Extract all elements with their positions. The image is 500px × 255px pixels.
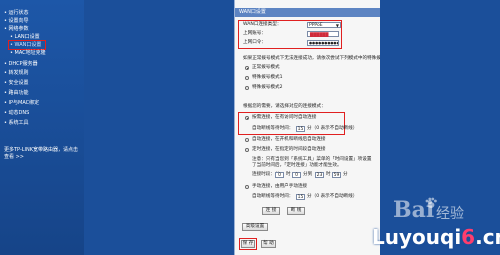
special-dial-intro: 如果正常拨号模式下无法连接成功，请依次尝试下列模式中的特殊拨号模式： — [243, 56, 400, 61]
watermark-site-b: .cn — [475, 225, 500, 249]
timed-hour-unit-1: 时 — [286, 172, 291, 177]
help-button[interactable]: 帮 助 — [261, 240, 276, 248]
sidebar-item-network[interactable]: • 网络参数 — [4, 26, 29, 32]
sidebar-more-link[interactable]: 更多TP-LINK宽带路由器，请点击查看 >> — [4, 147, 82, 161]
account-label: 上网账号： — [243, 31, 266, 36]
timed-note: 注意：只有当您到「系统工具」菜单的「时间设置」项设置了当前时间后，「定时连接」功… — [252, 157, 372, 168]
dial-special2-label: 特殊拨号模式2 — [252, 85, 283, 90]
watermark-jingyan: 经验 — [436, 206, 464, 222]
save-button[interactable]: 保 存 — [241, 240, 255, 248]
sidebar-item-security[interactable]: • 安全设置 — [4, 80, 29, 86]
timed-start-hour-input[interactable]: 0 — [275, 172, 284, 178]
timed-end-hour-value: 23 — [316, 173, 323, 178]
account-input[interactable]: ██████ — [307, 31, 339, 37]
auto-disconnect-label: 自动断线等待时间： — [252, 126, 294, 131]
timed-start-hour-value: 0 — [278, 173, 281, 178]
manual-wait-input[interactable]: 15 — [296, 194, 305, 200]
sidebar-menu: • 运行状态 • 设置向导 • 网络参数 • LAN口设置 • WAN口设置 •… — [0, 0, 84, 255]
mode-timed-radio[interactable] — [245, 148, 249, 152]
dial-normal-radio[interactable] — [245, 66, 249, 70]
sidebar-item-mac-clone[interactable]: • MAC地址克隆 — [10, 50, 46, 56]
timed-start-min-input[interactable]: 0 — [292, 172, 301, 178]
chevron-down-icon: ▼ — [335, 23, 339, 28]
conn-type-select[interactable]: PPPoE ▼ — [307, 22, 341, 28]
advanced-settings-button[interactable]: 高级设置 — [242, 223, 268, 231]
auto-disconnect-unit: 分（0 表示不自动断线） — [307, 126, 358, 131]
timed-min-unit-2: 分 — [343, 172, 348, 177]
mode-intro: 根据您的需要，请选择对应的连接模式： — [243, 104, 326, 109]
mode-auto-radio[interactable] — [245, 138, 249, 142]
watermark-site-a: Luyouqi — [372, 225, 462, 249]
auto-disconnect-input[interactable]: 15 — [296, 126, 305, 132]
manual-wait-label: 自动断线等待时间： — [252, 194, 294, 199]
dial-special2-radio[interactable] — [245, 86, 249, 90]
sidebar-item-status[interactable]: • 运行状态 — [4, 10, 29, 16]
mode-ondemand-radio[interactable] — [245, 116, 249, 120]
dial-normal-label: 正常拨号模式 — [252, 65, 280, 70]
mode-manual-radio[interactable] — [245, 185, 249, 189]
watermark-site-num: 6 — [461, 225, 476, 249]
sidebar-item-routing[interactable]: • 路由功能 — [4, 90, 29, 96]
mode-manual-label: 手动连接，由用户手动连接 — [252, 184, 308, 189]
sidebar-item-dhcp[interactable]: • DHCP服务器 — [4, 61, 38, 67]
timed-start-min-value: 0 — [295, 173, 298, 178]
password-input[interactable]: ●●●●●●●●●●●● — [307, 40, 339, 46]
password-label: 上网口令： — [243, 40, 266, 45]
wan-settings-panel: WAN口设置 WAN口连接类型： PPPoE ▼ 上网账号： ██████ 上网… — [234, 0, 399, 255]
timed-end-min-value: 59 — [333, 173, 340, 178]
mode-timed-label: 定时连接，在指定的时间段自动连接 — [252, 147, 326, 152]
manual-wait-unit: 分（0 表示不自动断线） — [307, 194, 358, 199]
timed-end-min-input[interactable]: 59 — [332, 172, 341, 178]
conn-type-value: PPPoE — [309, 23, 323, 28]
account-value: ██████ — [310, 32, 329, 37]
connect-button[interactable]: 连 接 — [262, 207, 280, 215]
sidebar-item-ip-mac-bind[interactable]: • IP与MAC绑定 — [4, 100, 39, 106]
manual-wait-value: 15 — [297, 195, 304, 200]
sidebar-item-ddns[interactable]: • 动态DNS — [4, 110, 29, 116]
sidebar-item-wizard[interactable]: • 设置向导 — [4, 18, 29, 24]
dial-special1-label: 特殊拨号模式1 — [252, 75, 283, 80]
sidebar-item-system-tools[interactable]: • 系统工具 — [4, 120, 29, 126]
timed-hour-unit-2: 时 — [326, 172, 331, 177]
watermark-site: Luyouqi6.cn — [372, 225, 500, 249]
timed-end-hour-input[interactable]: 23 — [315, 172, 324, 178]
sidebar-item-forwarding[interactable]: • 转发规则 — [4, 70, 29, 76]
mode-auto-label: 自动连接，在开机和断线后自动连接 — [252, 137, 326, 142]
sidebar-highlight-box — [8, 40, 46, 50]
dial-special1-radio[interactable] — [245, 76, 249, 80]
password-value: ●●●●●●●●●●●● — [309, 41, 338, 45]
disconnect-button[interactable]: 断 线 — [287, 207, 305, 215]
content-background — [84, 0, 234, 255]
panel-title: WAN口设置 — [235, 8, 381, 17]
timed-min-unit-1: 分到 — [303, 172, 313, 177]
conn-type-label: WAN口连接类型： — [243, 22, 282, 27]
mode-ondemand-label: 按需连接，在有访问时自动连接 — [252, 115, 317, 120]
auto-disconnect-value: 15 — [297, 127, 304, 132]
